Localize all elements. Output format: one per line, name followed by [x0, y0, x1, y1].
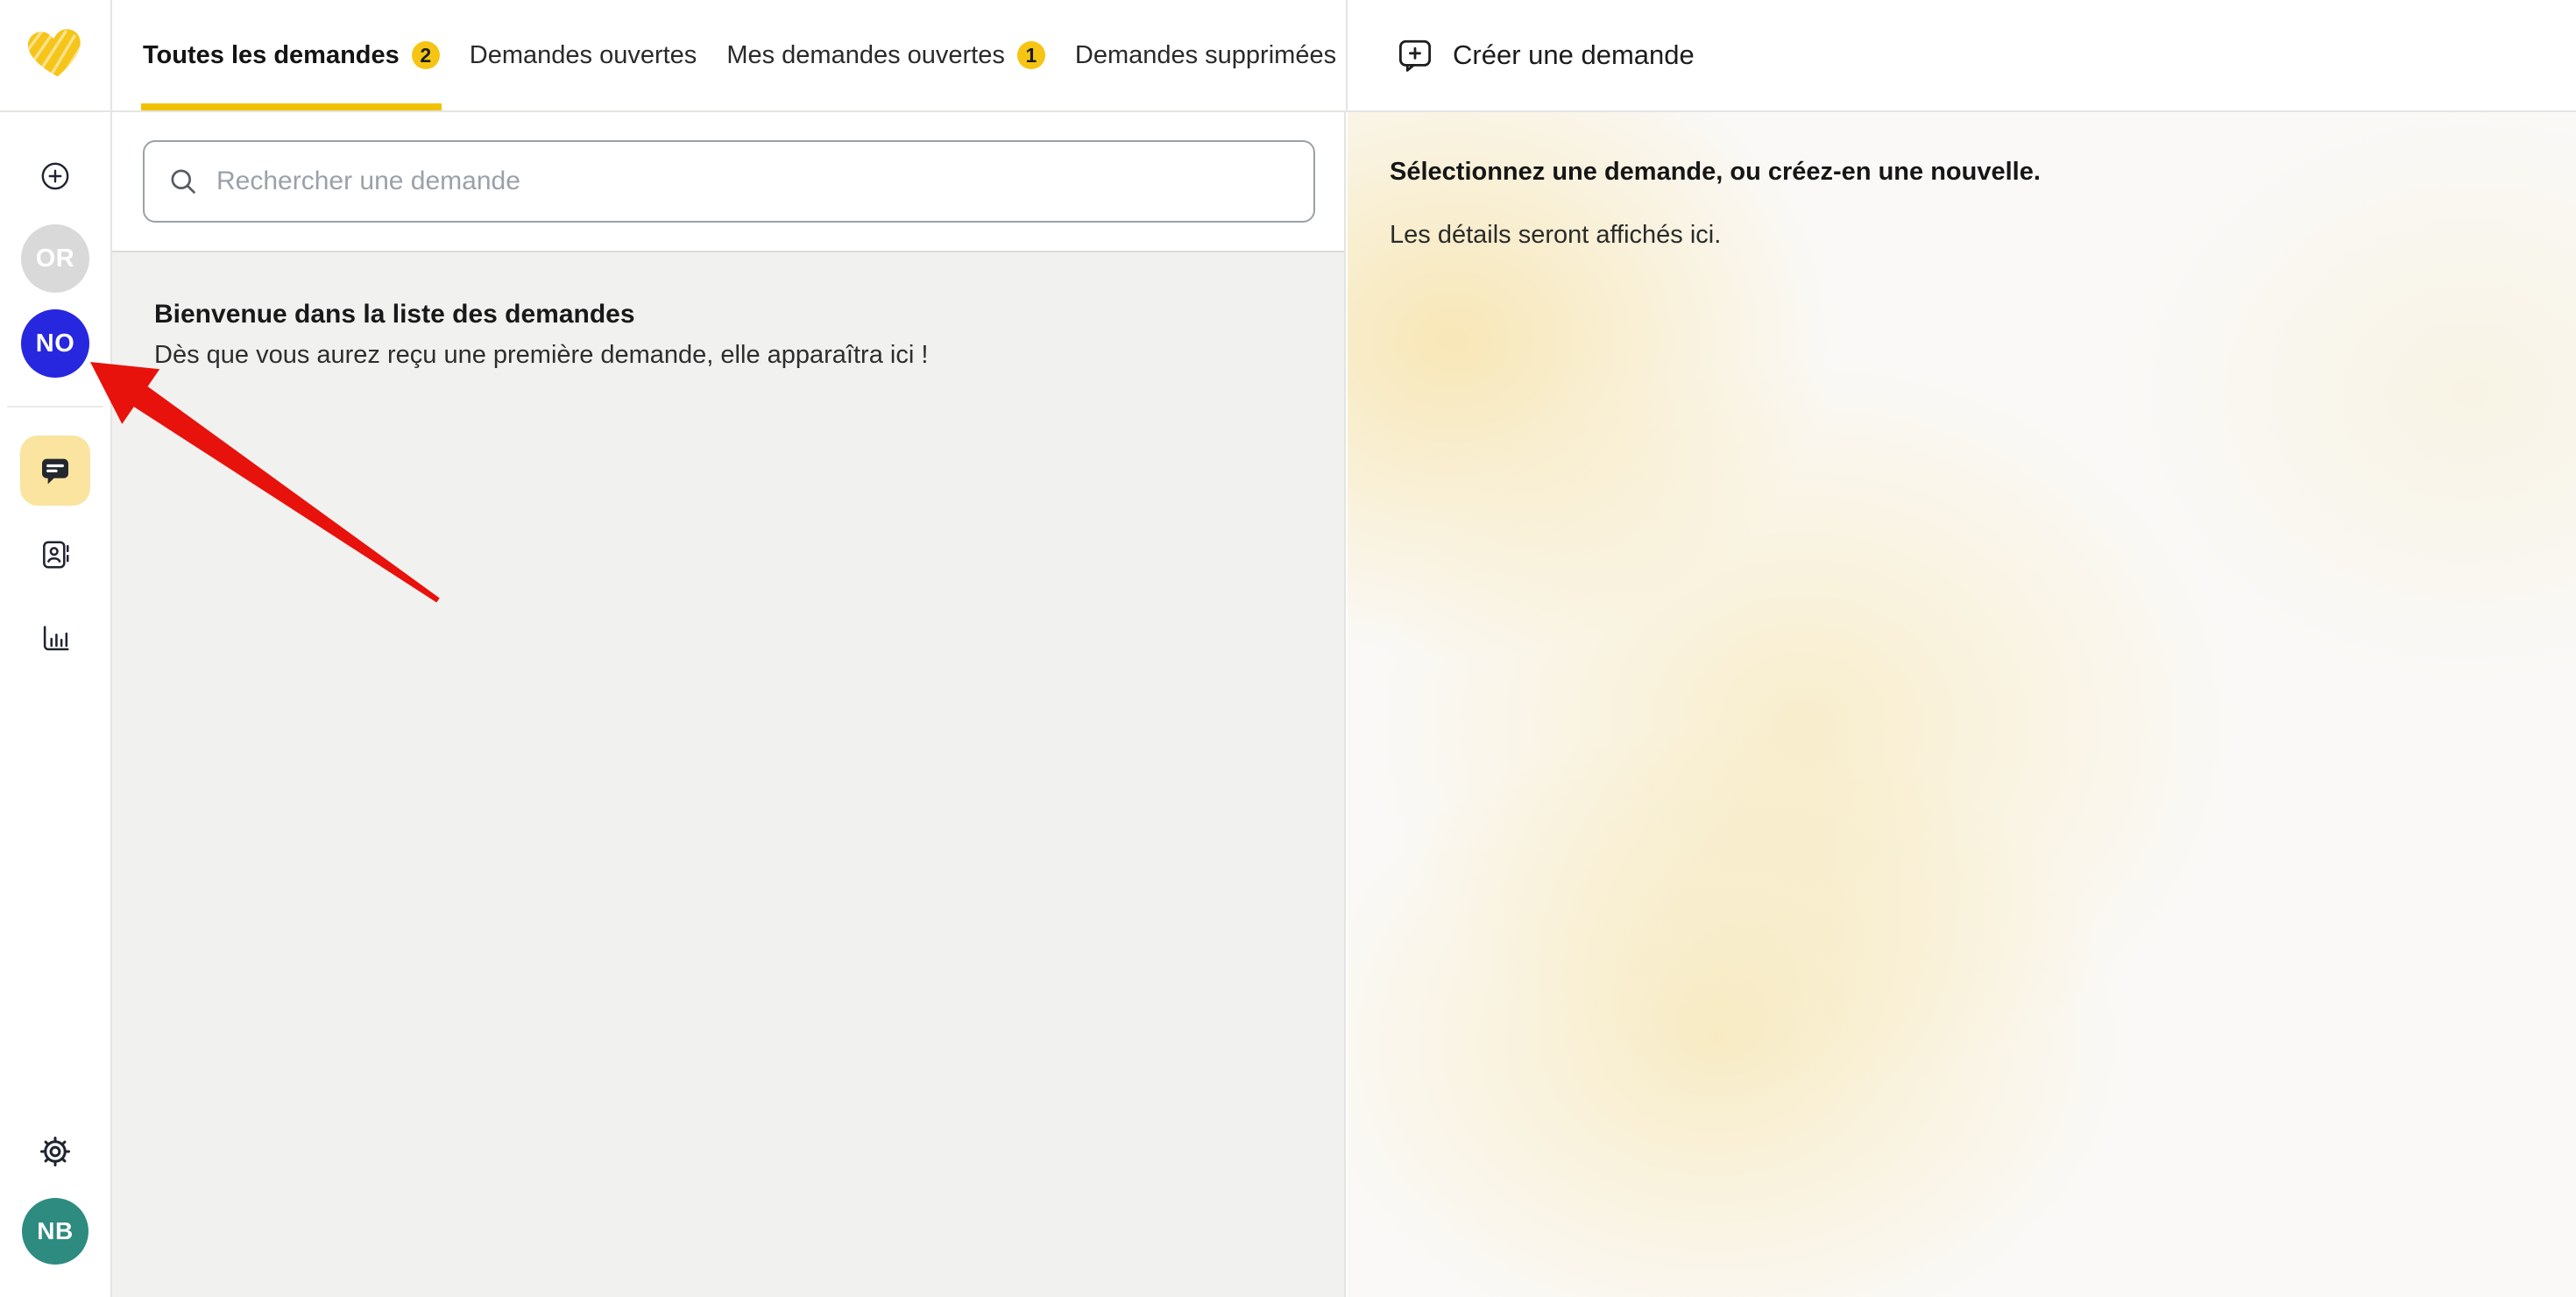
workspace-avatar-no[interactable]: NO	[21, 309, 89, 378]
sidebar: OR NO	[0, 0, 112, 1297]
detail-placeholder-title: Sélectionnez une demande, ou créez-en un…	[1390, 158, 2523, 187]
chat-bubble-icon	[38, 453, 73, 488]
create-request-label: Créer une demande	[1453, 39, 1695, 71]
top-header: Toutes les demandes 2 Demandes ouvertes …	[0, 0, 2576, 112]
sidebar-item-conversations[interactable]	[20, 436, 90, 506]
tab-mes-demandes-ouvertes[interactable]: Mes demandes ouvertes 1	[726, 0, 1045, 110]
tab-toutes-les-demandes[interactable]: Toutes les demandes 2	[143, 0, 440, 110]
chat-bubble-plus-icon	[1397, 37, 1433, 74]
empty-state-title: Bienvenue dans la liste des demandes	[154, 300, 1302, 330]
tab-count-badge: 2	[412, 41, 440, 69]
search-icon	[167, 166, 199, 197]
search-input[interactable]	[215, 166, 1291, 197]
avatar-initials: NB	[37, 1217, 73, 1245]
tab-label: Demandes supprimées	[1075, 41, 1336, 70]
tab-demandes-ouvertes[interactable]: Demandes ouvertes	[470, 0, 697, 110]
sidebar-item-reports[interactable]	[39, 622, 72, 656]
requests-empty-state: Bienvenue dans la liste des demandes Dès…	[112, 252, 1344, 1297]
sidebar-divider	[7, 406, 103, 408]
sidebar-item-contacts[interactable]	[39, 538, 72, 571]
search-box[interactable]	[143, 140, 1315, 223]
search-section	[112, 112, 1344, 252]
header-divider	[1346, 0, 1348, 110]
tab-count-badge: 1	[1017, 41, 1045, 69]
detail-placeholder-subtitle: Les détails seront affichés ici.	[1390, 221, 2523, 250]
request-detail-panel: Sélectionnez une demande, ou créez-en un…	[1348, 112, 2576, 1297]
sidebar-item-settings[interactable]	[39, 1135, 72, 1168]
workspace-avatar-or[interactable]: OR	[21, 224, 89, 293]
avatar-initials: OR	[36, 245, 75, 273]
empty-state-subtitle: Dès que vous aurez reçu une première dem…	[154, 341, 1302, 370]
tab-label: Mes demandes ouvertes	[726, 41, 1005, 70]
avatar-initials: NO	[36, 330, 75, 358]
add-workspace-button[interactable]	[40, 161, 70, 191]
tab-label: Demandes ouvertes	[470, 41, 697, 70]
tab-demandes-supprimees[interactable]: Demandes supprimées	[1075, 0, 1336, 110]
request-tabs: Toutes les demandes 2 Demandes ouvertes …	[143, 0, 1336, 110]
app-window: Toutes les demandes 2 Demandes ouvertes …	[0, 0, 2576, 1297]
scribble-heart-logo	[23, 21, 88, 86]
tab-label: Toutes les demandes	[143, 41, 400, 70]
create-request-button[interactable]: Créer une demande	[1397, 0, 1695, 110]
user-avatar-nb[interactable]: NB	[22, 1198, 88, 1265]
requests-list-panel: Bienvenue dans la liste des demandes Dès…	[112, 112, 1346, 1297]
